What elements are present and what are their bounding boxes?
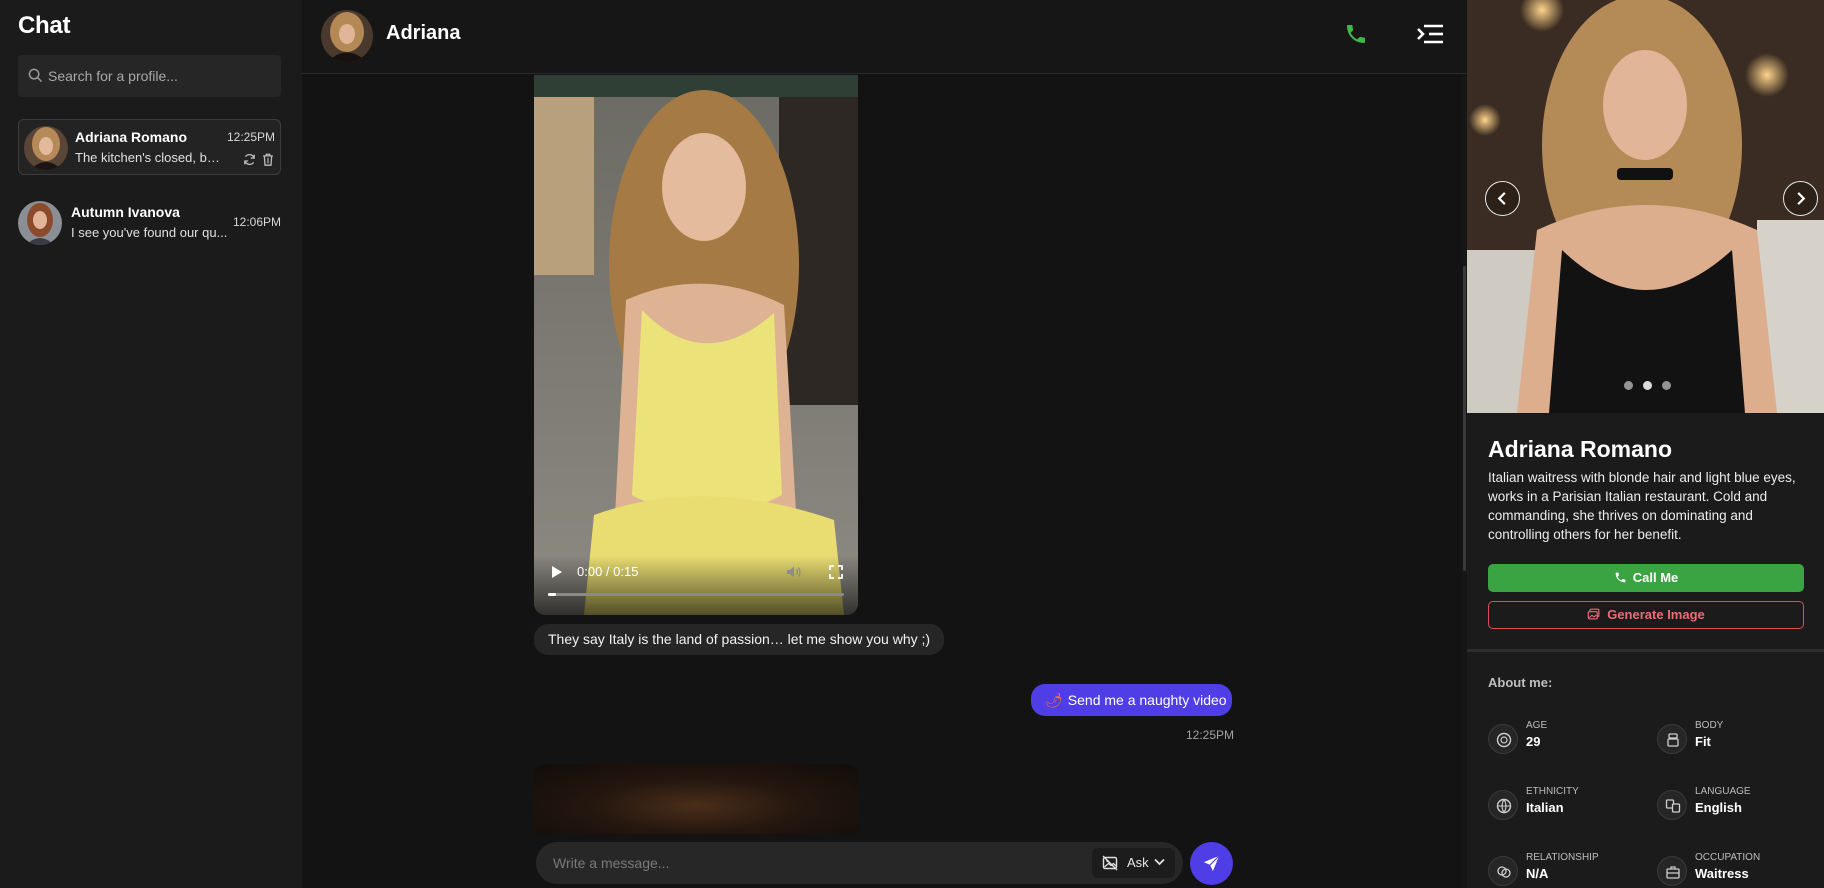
conversation-item-adriana[interactable]: Adriana Romano 12:25PM The kitchen's clo…	[18, 119, 281, 175]
trash-icon[interactable]	[262, 153, 274, 166]
avatar	[24, 126, 68, 170]
play-icon[interactable]	[551, 565, 563, 579]
profile-description: Italian waitress with blonde hair and li…	[1488, 470, 1796, 542]
attribute-relationship: RELATIONSHIP N/A	[1488, 852, 1638, 888]
conversation-item-autumn[interactable]: Autumn Ivanova 12:06PM I see you've foun…	[18, 195, 281, 251]
chevron-down-icon	[1154, 858, 1165, 866]
header-name: Adriana	[386, 22, 461, 44]
video-message-loading[interactable]	[534, 764, 858, 834]
call-me-label: Call Me	[1632, 570, 1679, 585]
incoming-message: They say Italy is the land of passion… l…	[534, 624, 945, 655]
outgoing-message-text: Send me a naughty video	[1067, 692, 1227, 708]
avatar	[18, 201, 62, 245]
search-icon	[28, 68, 43, 83]
attribute-body: BODY Fit	[1657, 720, 1807, 760]
attribute-value: 29	[1526, 734, 1541, 749]
video-thumbnail	[534, 75, 858, 615]
attribute-value: Italian	[1526, 800, 1564, 815]
gallery-prev-button[interactable]	[1485, 181, 1520, 216]
language-icon	[1657, 790, 1687, 820]
briefcase-icon	[1657, 856, 1687, 886]
refresh-icon[interactable]	[243, 153, 256, 166]
conversation-snippet: The kitchen's closed, but...	[75, 150, 225, 165]
message-time: 12:25PM	[1186, 728, 1235, 742]
generate-image-button[interactable]: Generate Image	[1488, 601, 1804, 629]
globe-icon	[1488, 790, 1518, 820]
outgoing-message: 🌶 Send me a naughty video	[1031, 684, 1232, 716]
profile-gallery	[1467, 0, 1824, 413]
scrollbar-thumb[interactable]	[1463, 266, 1466, 571]
sidebar-title: Chat	[18, 12, 71, 39]
attribute-key: AGE	[1526, 720, 1548, 731]
conversation-name: Autumn Ivanova	[71, 204, 180, 220]
attribute-occupation: OCCUPATION Waitress	[1657, 852, 1807, 888]
attribute-value: Waitress	[1695, 866, 1749, 881]
mute-icon[interactable]	[786, 565, 802, 579]
chat-header: Adriana	[302, 0, 1467, 74]
sidebar: Chat Adriana Romano 12:25PM The kitchen'…	[0, 0, 302, 888]
header-avatar[interactable]	[321, 10, 373, 62]
chili-icon: 🌶	[1045, 692, 1063, 708]
search-box[interactable]	[18, 55, 281, 97]
attribute-age: AGE 29	[1488, 720, 1638, 760]
video-progress-bar[interactable]	[548, 593, 844, 596]
about-title: About me:	[1488, 675, 1553, 690]
menu-collapse-icon[interactable]	[1416, 22, 1444, 46]
relationship-icon	[1488, 856, 1518, 886]
gallery-dot[interactable]	[1643, 381, 1652, 390]
attribute-key: BODY	[1695, 720, 1724, 731]
gallery-dot[interactable]	[1624, 381, 1633, 390]
conversation-snippet: I see you've found our qu...	[71, 225, 228, 240]
gallery-next-button[interactable]	[1783, 181, 1818, 216]
send-button[interactable]	[1190, 842, 1233, 885]
message-input[interactable]	[553, 842, 1073, 884]
profile-panel: Adriana Romano Italian waitress with blo…	[1467, 0, 1824, 888]
age-icon	[1488, 724, 1518, 754]
generate-image-label: Generate Image	[1607, 607, 1705, 622]
chat-main: Adriana 0:00 / 0:15 They say Italy is th…	[302, 0, 1467, 888]
attribute-value: Fit	[1695, 734, 1711, 749]
profile-name: Adriana Romano	[1488, 436, 1673, 462]
attribute-value: English	[1695, 800, 1742, 815]
chevron-right-icon	[1797, 192, 1806, 205]
phone-icon[interactable]	[1344, 22, 1368, 46]
send-icon	[1203, 855, 1220, 872]
profile-photo	[1467, 0, 1824, 413]
fullscreen-icon[interactable]	[829, 565, 843, 579]
attribute-language: LANGUAGE English	[1657, 786, 1807, 826]
chevron-left-icon	[1497, 192, 1506, 205]
divider	[1467, 649, 1824, 652]
image-generate-icon	[1587, 608, 1600, 620]
gallery-dots	[1624, 381, 1671, 390]
attribute-ethnicity: ETHNICITY Italian	[1488, 786, 1638, 826]
call-me-button[interactable]: Call Me	[1488, 564, 1804, 592]
gallery-dot[interactable]	[1662, 381, 1671, 390]
phone-icon	[1615, 572, 1626, 583]
attribute-key: ETHNICITY	[1526, 786, 1579, 797]
attribute-key: LANGUAGE	[1695, 786, 1751, 797]
attribute-key: OCCUPATION	[1695, 852, 1761, 863]
image-off-icon	[1102, 855, 1118, 871]
video-time: 0:00 / 0:15	[577, 564, 639, 579]
body-icon	[1657, 724, 1687, 754]
message-composer: Ask	[536, 842, 1183, 884]
conversation-time: 12:25PM	[226, 130, 275, 144]
video-message[interactable]: 0:00 / 0:15	[534, 75, 858, 615]
search-input[interactable]	[48, 55, 273, 97]
ask-label: Ask	[1127, 855, 1149, 870]
ask-dropdown[interactable]: Ask	[1092, 848, 1175, 878]
attribute-key: RELATIONSHIP	[1526, 852, 1599, 863]
attribute-value: N/A	[1526, 866, 1549, 881]
conversation-name: Adriana Romano	[75, 129, 188, 145]
